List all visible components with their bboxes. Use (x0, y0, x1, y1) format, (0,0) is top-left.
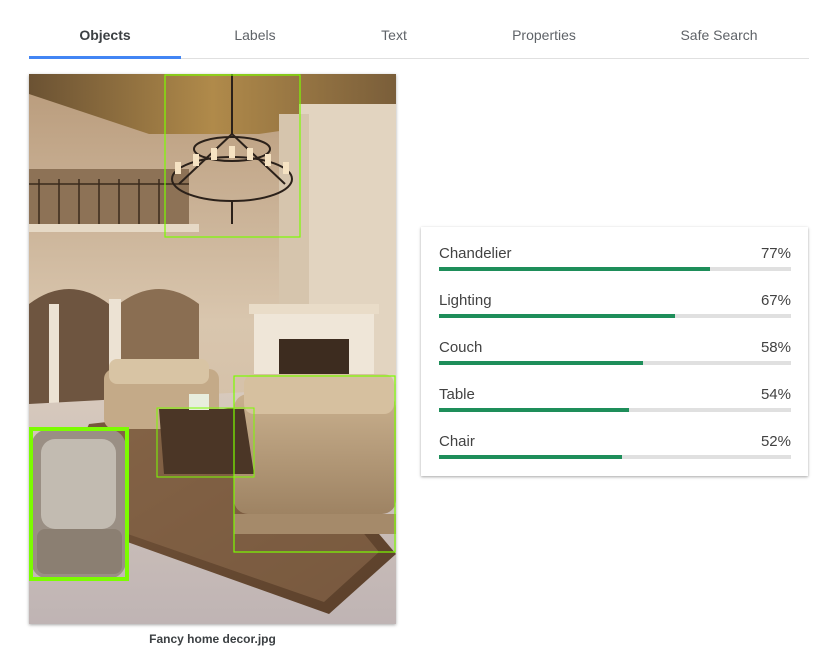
score-bar-fill (439, 314, 675, 318)
result-label: Table (439, 386, 475, 403)
score-bar-fill (439, 361, 644, 365)
score-bar-track (439, 361, 791, 365)
score-bar-fill (439, 267, 711, 271)
result-row-lighting: Lighting 67% (439, 292, 791, 332)
score-bar-track (439, 455, 791, 459)
result-row-couch: Couch 58% (439, 339, 791, 379)
result-row-chair: Chair 52% (439, 433, 791, 473)
tab-text[interactable]: Text (329, 14, 459, 58)
result-label: Chandelier (439, 245, 512, 262)
objects-results-card: Chandelier 77% Lighting 67% Couch 58% Ta… (421, 227, 808, 476)
result-score: 67% (760, 292, 791, 309)
image-filename: Fancy home decor.jpg (149, 632, 276, 646)
tab-objects[interactable]: Objects (29, 14, 181, 59)
result-score: 77% (760, 245, 791, 262)
analyzed-image (29, 74, 396, 624)
tab-properties[interactable]: Properties (459, 14, 629, 58)
score-bar-track (439, 267, 791, 271)
score-bar-track (439, 314, 791, 318)
score-bar-fill (439, 408, 630, 412)
result-score: 54% (760, 386, 791, 403)
tab-labels[interactable]: Labels (181, 14, 329, 58)
result-label: Lighting (439, 292, 492, 309)
tab-safe-search[interactable]: Safe Search (629, 14, 809, 58)
score-bar-track (439, 408, 791, 412)
result-row-chandelier: Chandelier 77% (439, 245, 791, 285)
result-row-table: Table 54% (439, 386, 791, 426)
result-score: 52% (760, 433, 791, 450)
tab-bar: Objects Labels Text Properties Safe Sear… (29, 14, 809, 59)
room-photo (29, 74, 396, 624)
result-label: Chair (439, 433, 475, 450)
result-label: Couch (439, 339, 483, 356)
result-score: 58% (760, 339, 791, 356)
score-bar-fill (439, 455, 623, 459)
